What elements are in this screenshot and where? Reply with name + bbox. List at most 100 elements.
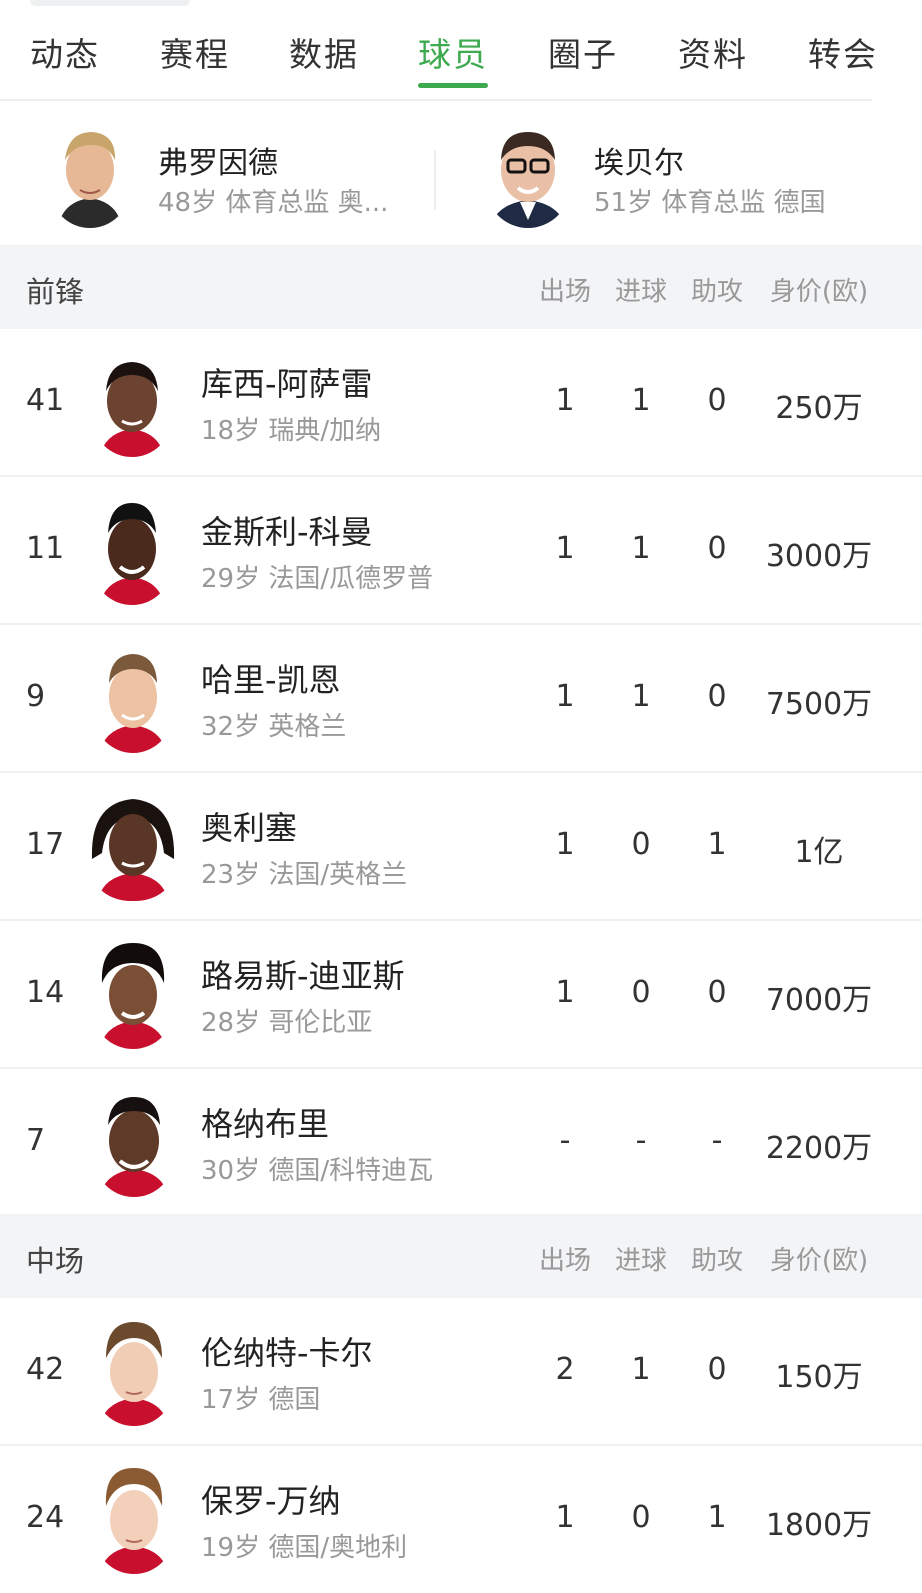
player-row[interactable]: 7 格纳布里 30岁 德国/科特迪瓦 - - - 2200万	[0, 1069, 922, 1217]
tab-players[interactable]: 球员	[418, 28, 488, 76]
player-number: 41	[26, 383, 65, 418]
section-title: 前锋	[26, 275, 85, 309]
player-avatar	[92, 937, 174, 1049]
section-header: 中场 出场 进球 助攻 身价(欧)	[0, 1214, 922, 1298]
player-assists: 0	[707, 383, 727, 418]
player-number: 17	[26, 827, 65, 862]
tab-info[interactable]: 资料	[678, 28, 748, 76]
player-photo-icon	[92, 347, 172, 457]
column-header-value: 身价(欧)	[769, 1246, 869, 1276]
player-avatar	[92, 493, 172, 605]
tab-circle[interactable]: 圈子	[548, 28, 618, 76]
player-number: 42	[26, 1352, 65, 1387]
player-value: 250万	[775, 391, 863, 426]
staff-info: 51岁 体育总监 德国	[594, 188, 826, 218]
player-info: 30岁 德国/科特迪瓦	[201, 1156, 434, 1186]
tab-schedule[interactable]: 赛程	[160, 28, 230, 76]
player-name: 保罗-万纳	[201, 1482, 341, 1520]
player-value: 1亿	[794, 835, 844, 870]
player-assists: 0	[707, 531, 727, 566]
player-info: 29岁 法国/瓜德罗普	[201, 564, 434, 594]
player-goals: 1	[631, 1352, 651, 1387]
player-avatar	[86, 789, 180, 901]
player-apps: 1	[555, 531, 575, 566]
player-row[interactable]: 11 金斯利-科曼 29岁 法国/瓜德罗普 1 1 0 3000万	[0, 477, 922, 625]
staff-avatar	[486, 116, 570, 228]
player-photo-icon	[92, 937, 174, 1049]
player-apps: 1	[555, 679, 575, 714]
player-name: 伦纳特-卡尔	[201, 1334, 373, 1372]
player-photo-icon	[94, 1085, 174, 1197]
player-photo-icon	[94, 1462, 174, 1574]
person-photo-icon	[486, 116, 570, 228]
player-row[interactable]: 9 哈里-凯恩 32岁 英格兰 1 1 0 7500万	[0, 625, 922, 773]
tab-divider	[0, 99, 872, 101]
player-apps: 1	[555, 383, 575, 418]
staff-card[interactable]: 弗罗因德 48岁 体育总监 奥...	[0, 102, 434, 244]
column-header-value: 身价(欧)	[769, 277, 869, 307]
player-avatar	[92, 347, 172, 457]
player-photo-icon	[92, 493, 172, 605]
player-info: 28岁 哥伦比亚	[201, 1008, 373, 1038]
section-header: 前锋 出场 进球 助攻 身价(欧)	[0, 245, 922, 329]
column-header-apps: 出场	[538, 277, 591, 307]
player-photo-icon	[94, 1314, 174, 1426]
top-scroll-hint	[30, 0, 190, 6]
player-value: 3000万	[765, 539, 873, 574]
player-avatar	[94, 1085, 174, 1197]
staff-avatar	[50, 120, 130, 228]
player-info: 17岁 德国	[201, 1385, 321, 1415]
player-apps: 1	[555, 1500, 575, 1535]
player-name: 库西-阿萨雷	[201, 365, 373, 403]
player-apps: 2	[555, 1352, 575, 1387]
player-info: 32岁 英格兰	[201, 712, 347, 742]
player-goals: 0	[631, 827, 651, 862]
tab-transfers[interactable]: 转会	[808, 28, 878, 76]
player-info: 18岁 瑞典/加纳	[201, 416, 382, 446]
player-assists: 0	[707, 975, 727, 1010]
player-value: 2200万	[765, 1131, 873, 1166]
player-assists: 0	[707, 679, 727, 714]
player-row[interactable]: 17 奥利塞 23岁 法国/英格兰 1 0 1 1亿	[0, 773, 922, 921]
player-name: 金斯利-科曼	[201, 513, 373, 551]
staff-name: 埃贝尔	[594, 146, 684, 181]
player-info: 19岁 德国/奥地利	[201, 1533, 408, 1563]
column-header-assists: 助攻	[690, 1246, 743, 1276]
player-name: 格纳布里	[201, 1105, 330, 1143]
player-photo-icon	[86, 789, 180, 901]
player-name: 哈里-凯恩	[201, 661, 341, 699]
player-number: 11	[26, 531, 65, 566]
player-apps: -	[559, 1123, 571, 1158]
player-avatar	[94, 1314, 174, 1426]
player-number: 9	[26, 679, 46, 714]
section-title: 中场	[26, 1244, 85, 1278]
player-row[interactable]: 42 伦纳特-卡尔 17岁 德国 2 1 0 150万	[0, 1298, 922, 1446]
player-row[interactable]: 24 保罗-万纳 19岁 德国/奥地利 1 0 1 1800万	[0, 1446, 922, 1593]
player-goals: -	[635, 1123, 647, 1158]
player-goals: 1	[631, 679, 651, 714]
player-goals: 0	[631, 975, 651, 1010]
player-name: 路易斯-迪亚斯	[201, 957, 405, 995]
player-apps: 1	[555, 975, 575, 1010]
player-assists: -	[711, 1123, 723, 1158]
player-value: 7000万	[765, 983, 873, 1018]
staff-info: 48岁 体育总监 奥...	[158, 188, 389, 218]
staff-card[interactable]: 埃贝尔 51岁 体育总监 德国	[436, 102, 922, 244]
staff-section: 弗罗因德 48岁 体育总监 奥... 埃贝尔 51岁 体育总监 德国	[0, 102, 922, 244]
player-goals: 1	[631, 531, 651, 566]
column-header-goals: 进球	[614, 277, 667, 307]
player-assists: 1	[707, 827, 727, 862]
player-photo-icon	[94, 641, 172, 753]
tab-data[interactable]: 数据	[289, 28, 359, 76]
player-name: 奥利塞	[201, 809, 298, 847]
player-value: 150万	[775, 1360, 863, 1395]
player-goals: 1	[631, 383, 651, 418]
player-row[interactable]: 14 路易斯-迪亚斯 28岁 哥伦比亚 1 0 0 7000万	[0, 921, 922, 1069]
player-number: 14	[26, 975, 65, 1010]
player-avatar	[94, 1462, 174, 1574]
tab-dynamics[interactable]: 动态	[30, 28, 100, 76]
column-header-assists: 助攻	[690, 277, 743, 307]
active-tab-indicator	[418, 83, 488, 88]
person-photo-icon	[50, 120, 130, 228]
player-row[interactable]: 41 库西-阿萨雷 18岁 瑞典/加纳 1 1 0 250万	[0, 329, 922, 477]
